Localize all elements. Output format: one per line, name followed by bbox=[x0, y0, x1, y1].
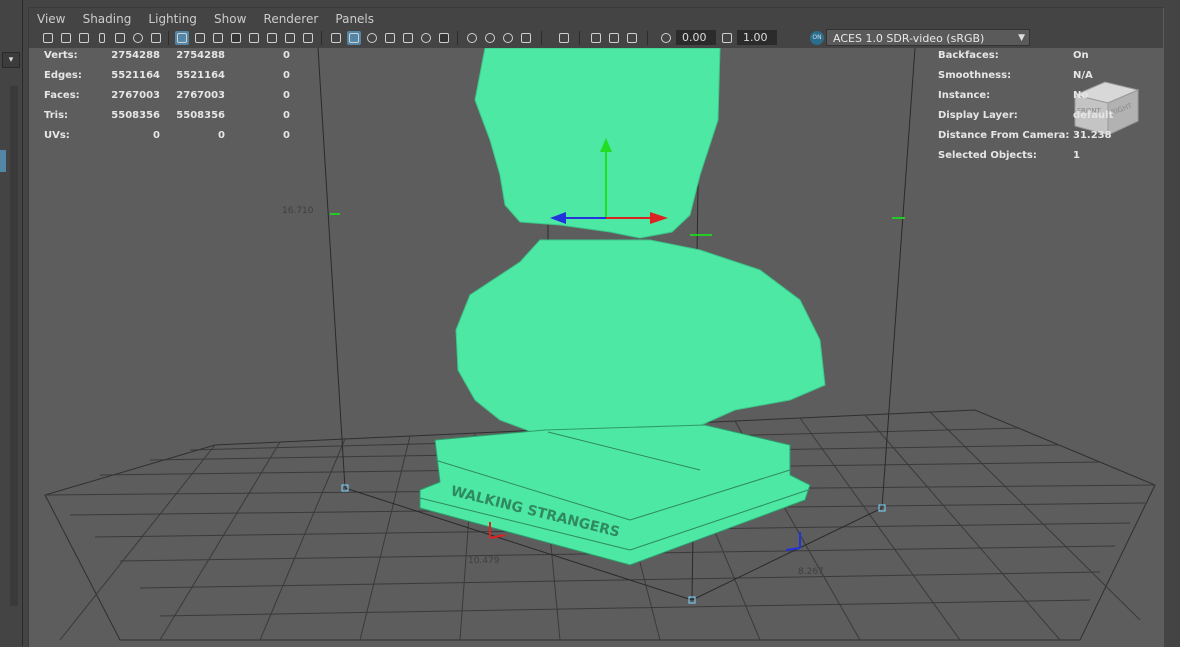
hud-value-total: 5521164 bbox=[111, 70, 160, 81]
gamma-icon[interactable] bbox=[720, 31, 734, 45]
hud-detail-label: Distance From Camera: bbox=[938, 130, 1070, 141]
hud-value-selected: 2754288 bbox=[176, 50, 225, 61]
hud-detail-label: Selected Objects: bbox=[938, 150, 1037, 161]
xray-joints-icon[interactable] bbox=[607, 31, 621, 45]
panel-toolbar: 0.00 1.00 ON ACES 1.0 SDR-video (sRGB) ▼ bbox=[29, 28, 1163, 48]
dimension-width-label: 10.479 bbox=[468, 556, 500, 566]
field-chart-icon[interactable] bbox=[247, 31, 261, 45]
hud-value-component: 0 bbox=[283, 70, 290, 81]
camera-icon[interactable] bbox=[41, 31, 55, 45]
hud-detail-label: Backfaces: bbox=[938, 50, 999, 61]
bookmark-icon[interactable] bbox=[95, 31, 109, 45]
hud-detail-value: On bbox=[1073, 50, 1089, 61]
hud-detail-value: 31.238 bbox=[1073, 130, 1112, 141]
text-overlay-icon[interactable] bbox=[301, 31, 315, 45]
shadows-icon[interactable] bbox=[437, 31, 451, 45]
hud-value-selected: 0 bbox=[218, 130, 225, 141]
hud-label: Edges: bbox=[44, 70, 82, 81]
image-plane-icon[interactable] bbox=[113, 31, 127, 45]
menu-show[interactable]: Show bbox=[214, 9, 246, 29]
xray-components-icon[interactable] bbox=[625, 31, 639, 45]
wireframe-on-shaded-icon[interactable] bbox=[383, 31, 397, 45]
camera-lock-icon[interactable] bbox=[59, 31, 73, 45]
hud-value-component: 0 bbox=[283, 90, 290, 101]
hud-label: Faces: bbox=[44, 90, 80, 101]
hud-detail-value: N/A bbox=[1073, 70, 1093, 81]
grease-pencil-icon[interactable] bbox=[149, 31, 163, 45]
hud-detail-label: Instance: bbox=[938, 90, 991, 101]
dimension-depth-label: 8.267 bbox=[798, 567, 824, 577]
color-space-dropdown[interactable]: ACES 1.0 SDR-video (sRGB) ▼ bbox=[826, 29, 1030, 46]
exposure-field[interactable]: 0.00 bbox=[676, 30, 716, 45]
exposure-icon[interactable] bbox=[659, 31, 673, 45]
hud-label: Tris: bbox=[44, 110, 69, 121]
dimension-height-label: 16.710 bbox=[282, 206, 314, 216]
safe-action-icon[interactable] bbox=[265, 31, 279, 45]
hud-value-total: 2754288 bbox=[111, 50, 160, 61]
hud-label: UVs: bbox=[44, 130, 70, 141]
hud-detail-value: No bbox=[1073, 90, 1089, 101]
color-space-label: ACES 1.0 SDR-video (sRGB) bbox=[833, 32, 985, 45]
ambient-occlusion-icon[interactable] bbox=[465, 31, 479, 45]
menu-shading[interactable]: Shading bbox=[83, 9, 132, 29]
hud-value-component: 0 bbox=[283, 130, 290, 141]
hud-detail-label: Smoothness: bbox=[938, 70, 1012, 81]
hud-value-total: 5508356 bbox=[111, 110, 160, 121]
hud-detail-value: 1 bbox=[1073, 150, 1080, 161]
color-management-toggle[interactable]: ON bbox=[810, 31, 824, 45]
lighting-icon[interactable] bbox=[419, 31, 433, 45]
isolate-icon[interactable] bbox=[557, 31, 571, 45]
grid-icon[interactable] bbox=[175, 31, 189, 45]
hud-value-component: 0 bbox=[283, 110, 290, 121]
menu-lighting[interactable]: Lighting bbox=[148, 9, 197, 29]
hud-detail-value: default bbox=[1073, 110, 1114, 121]
hud-value-component: 0 bbox=[283, 50, 290, 61]
wireframe-icon[interactable] bbox=[329, 31, 343, 45]
panel-menu-bar: View Shading Lighting Show Renderer Pane… bbox=[29, 8, 1163, 28]
texture-icon[interactable] bbox=[401, 31, 415, 45]
menu-renderer[interactable]: Renderer bbox=[264, 9, 319, 29]
camera-attributes-icon[interactable] bbox=[77, 31, 91, 45]
gate-mask-icon[interactable] bbox=[229, 31, 243, 45]
hud-value-total: 2767003 bbox=[111, 90, 160, 101]
bust-model[interactable]: WALKING STRANGERS bbox=[419, 48, 826, 566]
film-gate-icon[interactable] bbox=[193, 31, 207, 45]
hud-value-total: 0 bbox=[153, 130, 160, 141]
safe-title-icon[interactable] bbox=[283, 31, 297, 45]
anti-aliasing-icon[interactable] bbox=[501, 31, 515, 45]
chevron-down-icon: ▼ bbox=[1018, 33, 1025, 43]
xray-icon[interactable] bbox=[589, 31, 603, 45]
motion-blur-icon[interactable] bbox=[483, 31, 497, 45]
resolution-gate-icon[interactable] bbox=[211, 31, 225, 45]
hud-value-selected: 5508356 bbox=[176, 110, 225, 121]
hud-detail-label: Display Layer: bbox=[938, 110, 1018, 121]
hud-value-selected: 2767003 bbox=[176, 90, 225, 101]
2d-pan-zoom-icon[interactable] bbox=[131, 31, 145, 45]
depth-of-field-icon[interactable] bbox=[519, 31, 533, 45]
smooth-shade-icon[interactable] bbox=[347, 31, 361, 45]
gamma-field[interactable]: 1.00 bbox=[737, 30, 777, 45]
hud-value-selected: 5521164 bbox=[176, 70, 225, 81]
default-material-icon[interactable] bbox=[365, 31, 379, 45]
menu-panels[interactable]: Panels bbox=[335, 9, 374, 29]
menu-view[interactable]: View bbox=[37, 9, 65, 29]
hud-label: Verts: bbox=[44, 50, 78, 61]
